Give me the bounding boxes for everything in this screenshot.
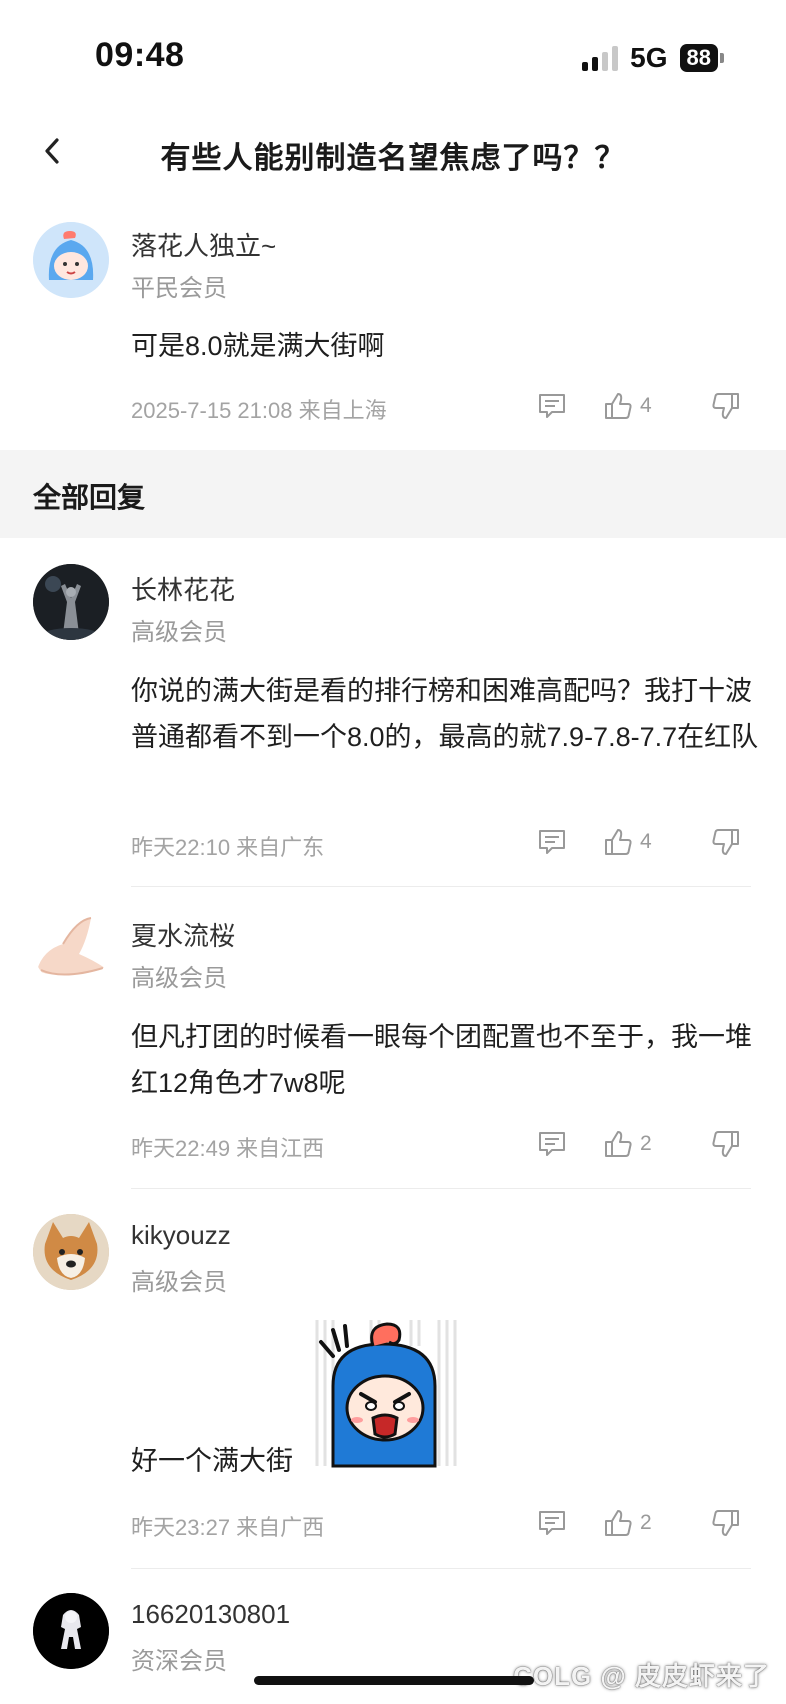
member-level: 高级会员 bbox=[131, 619, 227, 646]
member-level: 平民会员 bbox=[131, 275, 227, 302]
like-button[interactable]: 2 bbox=[602, 1128, 652, 1160]
member-level: 高级会员 bbox=[131, 1269, 227, 1296]
like-count: 4 bbox=[640, 830, 652, 853]
dislike-button[interactable] bbox=[710, 1128, 742, 1160]
reply-button[interactable] bbox=[536, 1128, 568, 1160]
avatar[interactable] bbox=[33, 222, 109, 298]
home-indicator bbox=[254, 1676, 534, 1685]
divider bbox=[131, 1188, 751, 1189]
status-bar: 09:48 5G 88 bbox=[0, 0, 786, 115]
avatar-image bbox=[37, 917, 105, 976]
comment-text: 好一个满大街 bbox=[131, 1446, 293, 1476]
comment-author[interactable]: 长林花花 bbox=[131, 570, 235, 607]
comment-actions: 2 bbox=[536, 1124, 766, 1164]
like-count: 4 bbox=[640, 394, 652, 417]
status-time: 09:48 bbox=[95, 36, 185, 74]
comment-meta: 昨天22:10 来自广东 bbox=[131, 835, 325, 860]
comment-author[interactable]: 落花人独立~ bbox=[131, 226, 276, 263]
divider bbox=[131, 886, 751, 887]
avatar[interactable] bbox=[33, 1593, 109, 1669]
thumbs-down-icon bbox=[712, 829, 739, 855]
section-title: 全部回复 bbox=[33, 482, 146, 513]
thumbs-up-icon bbox=[605, 1131, 632, 1157]
like-button[interactable]: 4 bbox=[602, 826, 652, 858]
avatar-image bbox=[33, 222, 109, 298]
reply-icon bbox=[539, 1511, 565, 1535]
avatar-image bbox=[33, 1214, 109, 1290]
reply-icon bbox=[539, 394, 565, 418]
like-count: 2 bbox=[640, 1132, 652, 1155]
thumbs-up-icon bbox=[605, 393, 632, 419]
dislike-button[interactable] bbox=[710, 1507, 742, 1539]
avatar-image bbox=[33, 1593, 109, 1669]
reply-button[interactable] bbox=[536, 390, 568, 422]
like-count: 2 bbox=[640, 1511, 652, 1534]
thumbs-down-icon bbox=[712, 1510, 739, 1536]
comment-actions: 4 bbox=[536, 386, 766, 426]
replies-section-header: 全部回复 bbox=[0, 450, 786, 538]
reply-button[interactable] bbox=[536, 826, 568, 858]
reply-icon bbox=[539, 830, 565, 854]
nav-bar: 有些人能别制造名望焦虑了吗？？ bbox=[0, 115, 786, 187]
thumbs-up-icon bbox=[605, 1510, 632, 1536]
avatar[interactable] bbox=[33, 564, 109, 640]
thumbs-up-icon bbox=[605, 829, 632, 855]
status-indicators: 5G 88 bbox=[582, 42, 724, 74]
dislike-button[interactable] bbox=[710, 826, 742, 858]
reply-button[interactable] bbox=[536, 1507, 568, 1539]
page-title: 有些人能别制造名望焦虑了吗？？ bbox=[160, 142, 626, 175]
comment-actions: 4 bbox=[536, 822, 766, 862]
battery-icon: 88 bbox=[679, 44, 724, 72]
avatar[interactable] bbox=[33, 1214, 109, 1290]
comment-text: 但凡打团的时候看一眼每个团配置也不至于，我一堆红12角色才7w8呢 bbox=[131, 1022, 752, 1098]
watermark: COLG @ 皮皮虾来了 bbox=[513, 1661, 770, 1691]
comment-author[interactable]: 夏水流桜 bbox=[131, 916, 235, 953]
signal-icon bbox=[582, 45, 619, 71]
comment-meta: 昨天23:27 来自广西 bbox=[131, 1515, 325, 1540]
network-label: 5G bbox=[630, 42, 668, 73]
comment-author[interactable]: kikyouzz bbox=[131, 1220, 231, 1251]
comment-meta: 2025-7-15 21:08 来自上海 bbox=[131, 398, 387, 423]
comment-text: 可是8.0就是满大街啊 bbox=[131, 331, 385, 361]
avatar-image bbox=[33, 564, 109, 640]
comment-actions: 2 bbox=[536, 1503, 766, 1543]
sticker-image bbox=[311, 1316, 461, 1476]
battery-level: 88 bbox=[679, 44, 718, 72]
reply-icon bbox=[539, 1132, 565, 1156]
member-level: 资深会员 bbox=[131, 1648, 227, 1675]
avatar[interactable] bbox=[33, 910, 109, 986]
dislike-button[interactable] bbox=[710, 390, 742, 422]
comment-text: 你说的满大街是看的排行榜和困难高配吗？我打十波普通都看不到一个8.0的，最高的就… bbox=[131, 676, 759, 752]
like-button[interactable]: 4 bbox=[602, 390, 652, 422]
like-button[interactable]: 2 bbox=[602, 1507, 652, 1539]
comment-author[interactable]: 16620130801 bbox=[131, 1599, 290, 1630]
thumbs-down-icon bbox=[712, 1131, 739, 1157]
comment-meta: 昨天22:49 来自江西 bbox=[131, 1136, 325, 1161]
divider bbox=[131, 1568, 751, 1569]
member-level: 高级会员 bbox=[131, 965, 227, 992]
thumbs-down-icon bbox=[712, 393, 739, 419]
